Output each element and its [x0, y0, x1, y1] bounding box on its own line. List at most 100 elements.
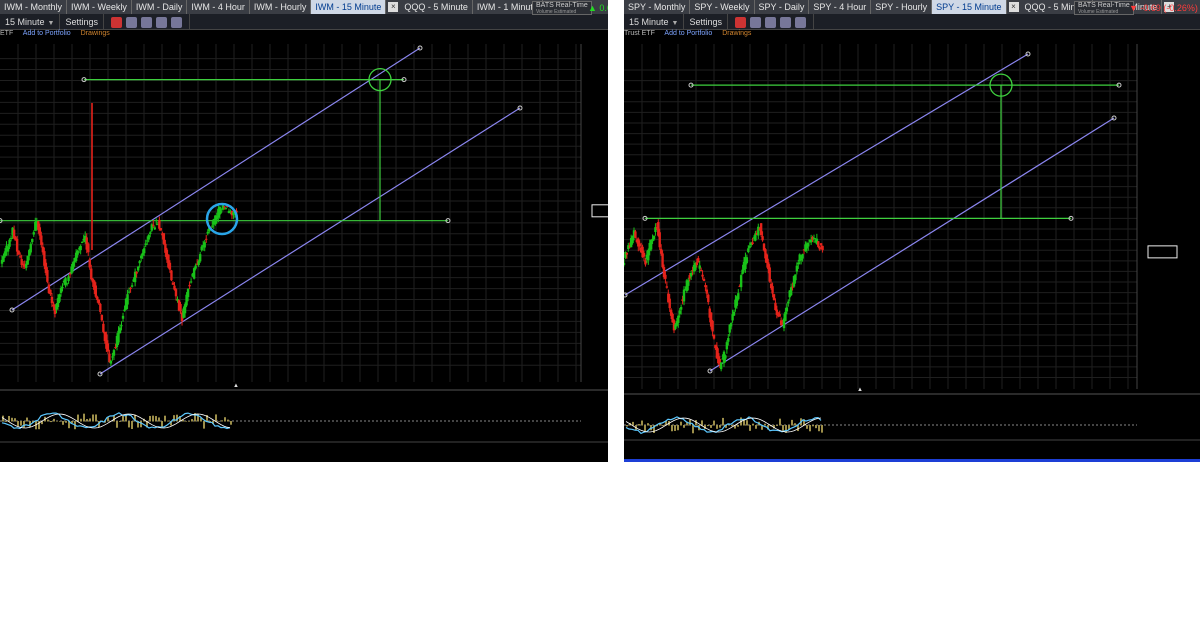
candle-body: [106, 343, 110, 352]
candle-body: [90, 268, 93, 280]
candle-body: [697, 258, 700, 263]
scrollbar: [624, 459, 1200, 462]
candle-body: [88, 259, 91, 268]
candle-body: [31, 238, 34, 242]
candle-body: [664, 274, 667, 279]
candle-body: [751, 242, 754, 245]
candle-body: [188, 284, 191, 287]
macd-bar: [812, 425, 814, 427]
candle-body: [200, 246, 203, 251]
candle-body: [719, 362, 723, 370]
candle-body: [642, 252, 646, 257]
candle-body: [197, 261, 200, 266]
candle-body: [146, 240, 149, 242]
candle-body: [206, 231, 209, 234]
macd-bar: [11, 417, 13, 422]
macd-bar: [89, 418, 91, 422]
candle-body: [644, 260, 647, 265]
candle-body: [168, 262, 172, 270]
macd-bar: [161, 421, 163, 428]
candle-body: [183, 304, 187, 314]
candle-body: [747, 248, 750, 252]
candle-body: [741, 269, 744, 275]
candle-body: [725, 342, 729, 350]
macd-bar: [791, 419, 793, 426]
candle-body: [135, 271, 138, 274]
spy-price-chart: ▲: [624, 44, 1200, 462]
candle-body: [712, 334, 716, 339]
candle-body: [698, 265, 701, 269]
macd-bar: [782, 425, 784, 431]
candle-body: [50, 296, 54, 304]
candle-body: [174, 289, 178, 297]
candle-body: [745, 257, 749, 264]
candle-body: [772, 294, 776, 301]
macd-bar: [749, 425, 751, 431]
macd-bar: [752, 423, 754, 426]
macd-bar: [719, 425, 721, 428]
candle-body: [186, 289, 190, 298]
macd-bar: [737, 425, 739, 427]
candle-body: [87, 243, 90, 253]
candle-body: [15, 238, 19, 252]
macd-bar: [26, 417, 28, 422]
candle-body: [624, 262, 626, 265]
candle-body: [97, 299, 101, 304]
macd-bar: [647, 423, 649, 426]
candle-body: [739, 275, 743, 288]
macd-bar: [806, 425, 808, 429]
candle-body: [189, 281, 193, 283]
macd-bar: [677, 425, 679, 431]
candle-body: [171, 282, 175, 285]
macd-bar: [167, 420, 169, 422]
candle-body: [170, 270, 173, 281]
candle-body: [727, 338, 730, 342]
macd-bar: [191, 419, 193, 422]
macd-bar: [152, 415, 154, 422]
candle-body: [789, 287, 793, 296]
candle-body: [647, 249, 650, 261]
macd-bar: [662, 425, 664, 426]
candle-body: [668, 298, 671, 309]
candle-body: [194, 265, 197, 269]
macd-bar: [215, 414, 217, 422]
macd-bar: [95, 414, 97, 422]
candle-body: [649, 239, 653, 250]
macd-bar: [728, 424, 730, 426]
macd-bar: [722, 417, 724, 426]
candle-body: [687, 280, 690, 286]
macd-bar: [164, 415, 166, 422]
candle-body: [761, 236, 764, 241]
macd-bar: [776, 425, 778, 426]
candle-body: [112, 350, 116, 356]
candle-body: [68, 273, 72, 275]
candle-body: [817, 241, 820, 247]
candle-body: [689, 273, 693, 277]
candle-body: [149, 232, 152, 235]
candle-body: [153, 227, 156, 230]
macd-bar: [230, 421, 232, 425]
candle-body: [94, 285, 97, 297]
macd-bar: [80, 418, 82, 422]
candle-body: [711, 320, 714, 332]
candle-body: [218, 206, 222, 215]
candle-body: [695, 262, 699, 266]
macd-bar: [23, 421, 25, 428]
macd-bar: [8, 415, 10, 422]
macd-bar: [794, 423, 796, 426]
macd-bar: [140, 421, 142, 428]
macd-bar: [221, 420, 223, 422]
pane-handle-icon: ▲: [857, 387, 863, 393]
candle-body: [794, 274, 797, 281]
macd-bar: [779, 418, 781, 426]
macd-bar: [62, 421, 64, 425]
macd-bar: [818, 425, 820, 432]
macd-bar: [122, 415, 124, 422]
candle-body: [49, 289, 52, 295]
candle-body: [158, 219, 161, 229]
candle-body: [638, 243, 641, 247]
candle-body: [203, 242, 206, 248]
candle-body: [143, 248, 146, 254]
macd-bar: [746, 420, 748, 426]
candle-body: [192, 268, 196, 279]
